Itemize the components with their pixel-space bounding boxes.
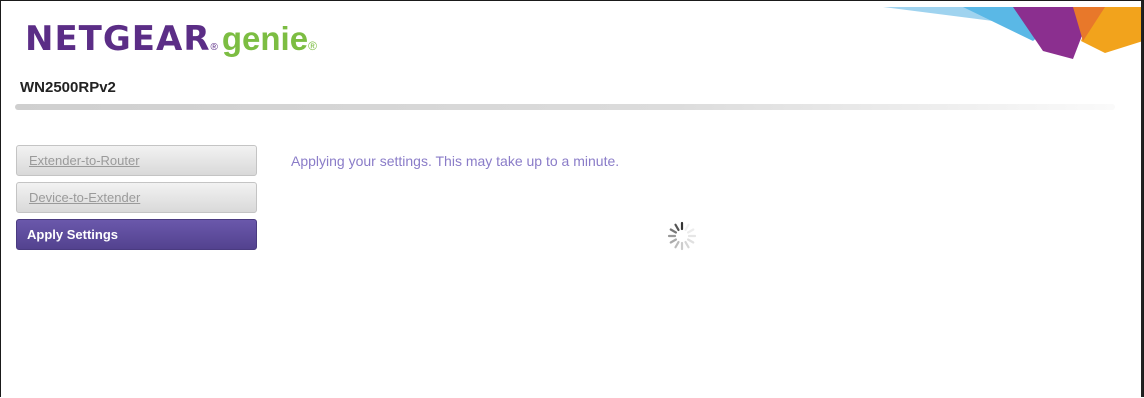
- sidebar-item-apply-settings[interactable]: Apply Settings: [16, 219, 257, 250]
- sidebar-nav: Extender-to-Router Device-to-Extender Ap…: [16, 145, 258, 256]
- device-model: WN2500RPv2: [20, 79, 116, 96]
- status-message: Applying your settings. This may take up…: [291, 153, 620, 169]
- sidebar-item-device-to-extender[interactable]: Device-to-Extender: [16, 182, 257, 213]
- registered-mark: ®: [210, 42, 218, 53]
- loading-spinner-icon: [667, 221, 697, 251]
- product-mark: ®: [308, 39, 317, 53]
- app-window: NETGEAR ® genie ® WN2500RPv2 Extender-to…: [0, 0, 1144, 397]
- brand-name: NETGEAR: [25, 19, 211, 59]
- netgear-genie-logo: NETGEAR ® genie ®: [25, 19, 317, 59]
- window-edge: [1141, 1, 1143, 397]
- header-divider: [15, 104, 1115, 110]
- sidebar-item-extender-to-router[interactable]: Extender-to-Router: [16, 145, 257, 176]
- product-name: genie: [221, 20, 309, 57]
- header-decoration-graphic: [883, 7, 1143, 59]
